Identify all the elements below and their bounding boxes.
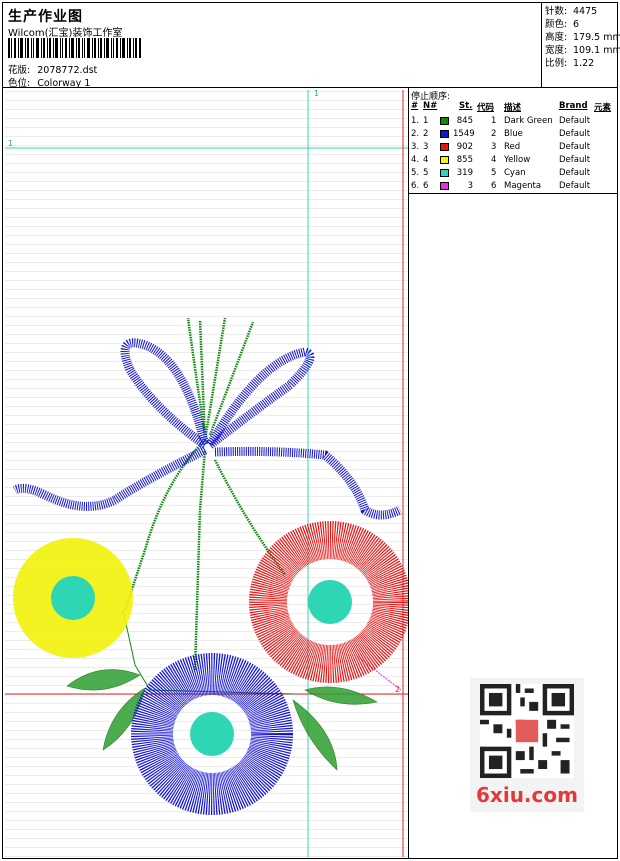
row-needle: 2 — [423, 129, 429, 139]
stat-label: 颜色: — [545, 19, 568, 30]
row-num: 3. — [411, 142, 420, 152]
design-file-line: 花版: 2078772.dst — [8, 62, 97, 76]
thread-color-swatch — [440, 130, 449, 138]
stat-width: 宽度: 109.1 mm — [545, 44, 620, 57]
stat-label: 宽度: — [545, 45, 568, 56]
col-brand: Brand — [559, 101, 588, 111]
watermark: 6xiu.com — [472, 680, 582, 808]
row-description: Magenta — [504, 181, 542, 191]
stat-label: 比例: — [545, 58, 568, 69]
row-stitches: 3 — [467, 181, 473, 191]
row-brand: Default — [559, 181, 591, 191]
thread-color-swatch — [440, 169, 449, 177]
col-elem: 元素 — [594, 103, 612, 113]
row-code: 6 — [491, 181, 497, 191]
stop-sequence-row[interactable]: 5. 5 319 5 Cyan Default — [409, 168, 618, 181]
row-needle: 1 — [423, 116, 429, 126]
col-n: N# — [423, 101, 438, 111]
row-needle: 6 — [423, 181, 429, 191]
company-name: Wilcom(汇宝)装饰工作室 — [8, 28, 123, 39]
row-needle: 3 — [423, 142, 429, 152]
stop-sequence-row[interactable]: 6. 6 3 6 Magenta Default — [409, 181, 618, 194]
stop-sequence-panel: 停止顺序: # N# St. 代码 描述 Brand 元素 1. 1 845 1 Dar… — [409, 88, 618, 194]
stat-label: 高度: — [545, 32, 568, 43]
row-num: 2. — [411, 129, 420, 139]
row-description: Dark Green — [504, 116, 553, 126]
stat-colors: 颜色: 6 — [545, 18, 618, 31]
stat-value: 4475 — [573, 6, 598, 17]
stop-sequence-row[interactable]: 3. 3 902 3 Red Default — [409, 142, 618, 155]
row-code: 2 — [491, 129, 497, 139]
row-stitches: 902 — [456, 142, 473, 152]
guide-marker-left: 1 — [8, 139, 13, 148]
embroidery-design: 1 1 2 — [5, 90, 408, 857]
page-title: 生产作业图 — [8, 9, 83, 25]
row-brand: Default — [559, 142, 591, 152]
row-description: Blue — [504, 129, 523, 139]
row-code: 4 — [491, 155, 497, 165]
row-needle: 4 — [423, 155, 429, 165]
stat-height: 高度: 179.5 mm — [545, 31, 620, 44]
design-stats: 针数: 4475 颜色: 6 高度: 179.5 mm 宽度: 109.1 mm 比例:… — [541, 2, 620, 88]
row-brand: Default — [559, 168, 591, 178]
row-stitches: 845 — [456, 116, 473, 126]
row-num: 6. — [411, 181, 420, 191]
row-stitches: 319 — [456, 168, 473, 178]
col-desc: 描述 — [504, 103, 522, 113]
stat-stitches: 针数: 4475 — [545, 5, 618, 18]
blue-flower — [131, 653, 293, 815]
red-flower — [249, 521, 408, 683]
row-num: 1. — [411, 116, 420, 126]
row-num: 5. — [411, 168, 420, 178]
col-st: St. — [459, 101, 473, 111]
stat-value: 179.5 mm — [573, 32, 620, 43]
row-brand: Default — [559, 129, 591, 139]
panel-divider — [408, 88, 409, 859]
row-code: 1 — [491, 116, 497, 126]
stop-sequence-header: # N# St. 代码 描述 Brand 元素 — [409, 101, 618, 113]
row-brand: Default — [559, 155, 591, 165]
col-num: # — [411, 101, 419, 111]
row-description: Red — [504, 142, 521, 152]
yellow-flower — [13, 538, 133, 658]
row-stitches: 1549 — [453, 129, 475, 139]
colorway-label: 色位: — [8, 78, 31, 89]
row-description: Cyan — [504, 168, 526, 178]
thread-color-swatch — [440, 156, 449, 164]
thread-color-swatch — [440, 143, 449, 151]
stat-value: 109.1 mm — [573, 45, 620, 56]
design-canvas[interactable]: 1 1 2 — [5, 90, 408, 857]
stat-label: 针数: — [545, 6, 568, 17]
stat-value: 1.22 — [573, 58, 595, 69]
watermark-text: 6xiu.com — [476, 783, 578, 807]
thread-color-swatch — [440, 182, 449, 190]
barcode — [8, 38, 141, 58]
thread-color-swatch — [440, 117, 449, 125]
row-code: 5 — [491, 168, 497, 178]
stat-value: 6 — [573, 19, 580, 30]
guide-marker-top: 1 — [314, 90, 319, 98]
stat-scale: 比例: 1.22 — [545, 57, 618, 70]
col-code: 代码 — [477, 103, 495, 113]
stop-sequence-row[interactable]: 4. 4 855 4 Yellow Default — [409, 155, 618, 168]
stop-sequence-row[interactable]: 2. 2 1549 2 Blue Default — [409, 129, 618, 142]
row-code: 3 — [491, 142, 497, 152]
row-stitches: 855 — [456, 155, 473, 165]
colorway-line: 色位: Colorway 1 — [8, 75, 90, 89]
row-description: Yellow — [504, 155, 531, 165]
row-num: 4. — [411, 155, 420, 165]
qr-code — [480, 684, 574, 778]
row-brand: Default — [559, 116, 591, 126]
header: 生产作业图 Wilcom(汇宝)装饰工作室 花版: 2078772.dst 色位… — [2, 2, 618, 89]
row-needle: 5 — [423, 168, 429, 178]
stop-sequence-row[interactable]: 1. 1 845 1 Dark Green Default — [409, 116, 618, 129]
colorway-value: Colorway 1 — [37, 78, 91, 89]
